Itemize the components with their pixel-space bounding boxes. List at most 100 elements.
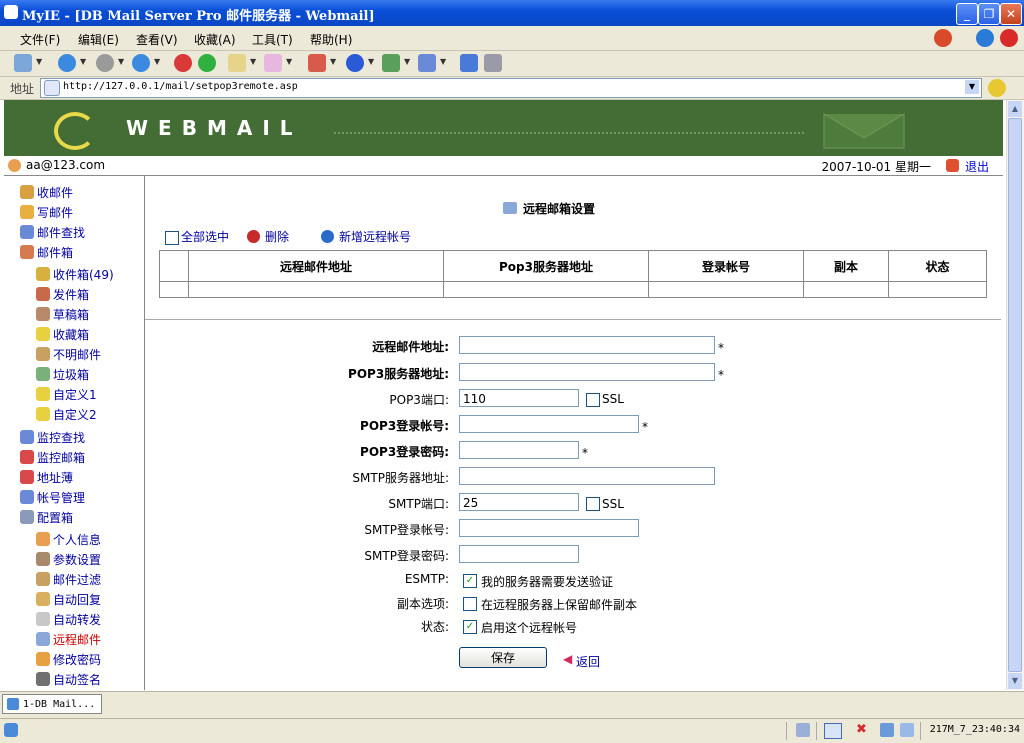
pop3-ssl-checkbox[interactable]	[586, 393, 600, 407]
pop3-user-input[interactable]	[459, 415, 639, 433]
scroll-thumb[interactable]	[1008, 118, 1022, 672]
nav-search[interactable]: 邮件查找	[20, 224, 85, 241]
delete-link[interactable]: 删除	[265, 228, 289, 245]
pop3-user-label: POP3登录帐号:	[360, 419, 449, 433]
history-icon[interactable]	[382, 54, 400, 72]
trash-icon	[36, 367, 50, 381]
address-input[interactable]: http://127.0.0.1/mail/setpop3remote.asp …	[40, 78, 982, 98]
title-bar: MyIE - [DB Mail Server Pro 邮件服务器 - Webma…	[0, 0, 1024, 26]
security-icon[interactable]	[934, 29, 952, 47]
config-params[interactable]: 参数设置	[36, 551, 101, 568]
config-filter[interactable]: 邮件过滤	[36, 571, 101, 588]
back-link[interactable]: 返回	[576, 653, 600, 670]
menu-edit[interactable]: 编辑(E)	[78, 31, 119, 48]
smtp-server-input[interactable]	[459, 467, 715, 485]
pop3-server-input[interactable]	[459, 363, 715, 381]
filter-icon	[36, 572, 50, 586]
smtp-user-label: SMTP登录帐号:	[364, 523, 449, 537]
minimize-button[interactable]: _	[956, 3, 978, 25]
smtp-user-input[interactable]	[459, 519, 639, 537]
cascade-icon[interactable]	[900, 723, 914, 737]
search-icon[interactable]	[346, 54, 364, 72]
menu-view[interactable]: 查看(V)	[136, 31, 178, 48]
logout-link[interactable]: 退出	[965, 158, 989, 175]
forward-icon[interactable]	[96, 54, 114, 72]
nav-account[interactable]: 帐号管理	[20, 489, 85, 506]
select-all-label[interactable]: 全部选中	[181, 228, 229, 245]
keep-copy-checkbox[interactable]	[463, 597, 477, 611]
pop3-port-input[interactable]: 110	[459, 389, 579, 407]
stop-loading-icon[interactable]	[174, 54, 192, 72]
popup-icon[interactable]	[264, 54, 282, 72]
enable-account-checkbox[interactable]: ✓	[463, 620, 477, 634]
smtp-port-label: SMTP端口:	[388, 497, 449, 511]
config-signature[interactable]: 自动签名	[36, 671, 101, 688]
folder-custom2[interactable]: 自定义2	[36, 406, 97, 423]
folder-custom1[interactable]: 自定义1	[36, 386, 97, 403]
esmtp-checkbox[interactable]: ✓	[463, 574, 477, 588]
folder-drafts[interactable]: 草稿箱	[36, 306, 89, 323]
go-icon[interactable]	[988, 79, 1006, 97]
mail-icon[interactable]	[308, 54, 326, 72]
table-header-row: 远程邮件地址 Pop3服务器地址 登录帐号 副本 状态	[159, 250, 987, 282]
maximize-button[interactable]: ❐	[978, 3, 1000, 25]
monitor-box-icon	[20, 450, 34, 464]
nav-compose[interactable]: 写邮件	[20, 204, 73, 221]
back-icon[interactable]	[58, 54, 76, 72]
refresh-icon[interactable]	[198, 54, 216, 72]
nav-monitor-search[interactable]: 监控查找	[20, 429, 85, 446]
config-remote-mail[interactable]: 远程邮件	[36, 631, 101, 648]
config-profile[interactable]: 个人信息	[36, 531, 101, 548]
folder-sent[interactable]: 发件箱	[36, 286, 89, 303]
menu-tools[interactable]: 工具(T)	[252, 31, 293, 48]
globe-icon[interactable]	[976, 29, 994, 47]
config-forward[interactable]: 自动转发	[36, 611, 101, 628]
save-button[interactable]: 保存	[459, 647, 547, 668]
star-icon	[36, 327, 50, 341]
tab-strip: 1-DB Mail...	[0, 691, 1024, 718]
menu-help[interactable]: 帮助(H)	[310, 31, 352, 48]
scroll-up-icon[interactable]: ▲	[1008, 101, 1022, 117]
nav-mailbox[interactable]: 邮件箱	[20, 244, 73, 261]
menu-favorites[interactable]: 收藏(A)	[194, 31, 236, 48]
screen-icon[interactable]	[824, 723, 842, 739]
nav-addressbook[interactable]: 地址薄	[20, 469, 73, 486]
select-all-checkbox[interactable]	[165, 231, 179, 245]
close-button[interactable]: ✕	[1000, 3, 1022, 25]
folder-favorites[interactable]: 收藏箱	[36, 326, 89, 343]
folder-trash[interactable]: 垃圾箱	[36, 366, 89, 383]
window-icon[interactable]	[460, 54, 478, 72]
smtp-ssl-checkbox[interactable]	[586, 497, 600, 511]
banner-divider	[334, 132, 804, 134]
page-icon	[44, 80, 60, 96]
remote-address-input[interactable]	[459, 336, 715, 354]
config-autoreply[interactable]: 自动回复	[36, 591, 101, 608]
add-remote-link[interactable]: 新增远程帐号	[339, 228, 411, 245]
up-icon[interactable]	[132, 54, 150, 72]
user-bar: aa@123.com 2007-10-01 星期一 退出	[4, 157, 1003, 176]
folder-inbox[interactable]: 收件箱(49)	[36, 266, 114, 283]
pop3-pass-input[interactable]	[459, 441, 579, 459]
address-dropdown-icon[interactable]: ▼	[965, 80, 979, 94]
tab-webmail[interactable]: 1-DB Mail...	[2, 694, 102, 714]
scroll-down-icon[interactable]: ▼	[1008, 673, 1022, 689]
copy-option-label: 副本选项:	[396, 597, 449, 611]
favorites-icon[interactable]	[418, 54, 436, 72]
config-password[interactable]: 修改密码	[36, 651, 101, 668]
folder-unknown[interactable]: 不明邮件	[36, 346, 101, 363]
nav-monitor-box[interactable]: 监控邮箱	[20, 449, 85, 466]
tile-icon[interactable]	[880, 723, 894, 737]
block-icon[interactable]: ✖	[856, 722, 867, 737]
vertical-scrollbar[interactable]: ▲ ▼	[1006, 100, 1024, 690]
monitor-search-icon	[20, 430, 34, 444]
menu-file[interactable]: 文件(F)	[20, 31, 60, 48]
smtp-port-input[interactable]: 25	[459, 493, 579, 511]
nav-inbox[interactable]: 收邮件	[20, 184, 73, 201]
stop-icon[interactable]	[1000, 29, 1018, 47]
download-icon[interactable]	[796, 723, 810, 737]
edit-icon[interactable]	[228, 54, 246, 72]
tools-icon[interactable]	[484, 54, 502, 72]
new-page-icon[interactable]	[14, 54, 32, 72]
nav-config[interactable]: 配置箱	[20, 509, 73, 526]
smtp-pass-input[interactable]	[459, 545, 579, 563]
